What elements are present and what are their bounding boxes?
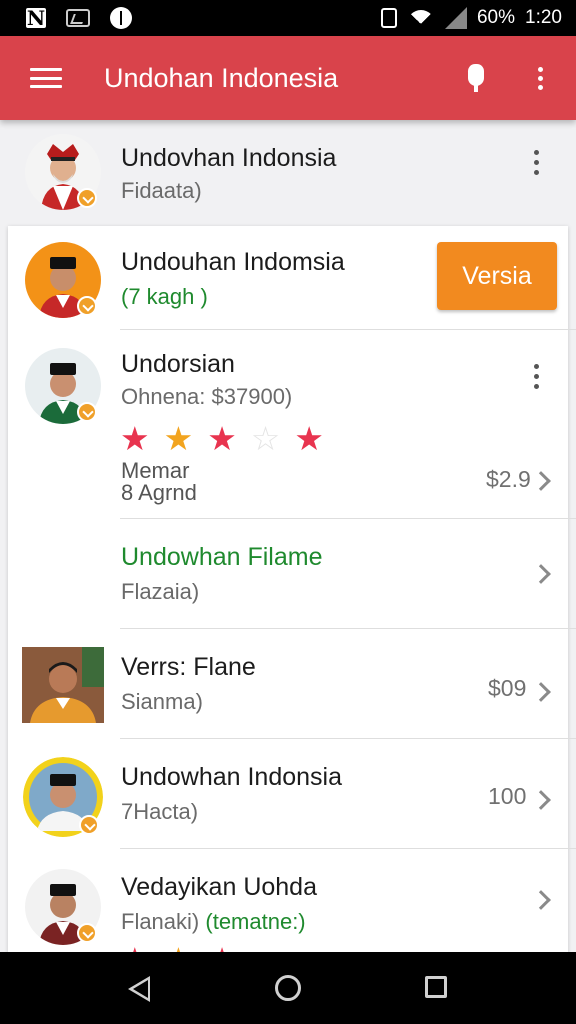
verified-badge-icon <box>77 402 97 422</box>
item-price: $2.9 <box>486 466 531 492</box>
hamburger-menu-icon[interactable] <box>30 68 62 88</box>
avatar <box>25 869 101 945</box>
wifi-icon <box>406 8 435 28</box>
item-subtitle: Ohnena: $37900) <box>121 384 293 409</box>
item-meta-line2: 8 Agrnd <box>121 480 197 505</box>
alert-notification-icon <box>110 7 132 29</box>
avatar <box>25 242 101 318</box>
star-filled-icon: ★ <box>120 420 150 457</box>
item-more-icon[interactable] <box>534 150 540 175</box>
battery-level: 60% <box>476 7 516 28</box>
item-title: Undovhan Indonsia <box>121 144 337 172</box>
item-subtitle: Fidaata) <box>121 178 202 203</box>
list-item[interactable]: Verrs: Flane Sianma) $09 <box>0 629 576 739</box>
star-filled-icon: ★ <box>294 420 324 457</box>
back-icon[interactable] <box>128 976 150 1002</box>
signal-icon <box>444 7 467 29</box>
star-empty-icon: ☆ <box>250 420 281 457</box>
star-filled-icon: ★ <box>164 943 194 952</box>
item-price: 100 <box>488 783 527 809</box>
overflow-menu-icon[interactable] <box>530 66 550 90</box>
rating-stars: ★ ★ ★ ☆ ★ <box>120 422 324 455</box>
verified-badge-icon <box>77 188 97 208</box>
app-title: Undohan Indonesia <box>104 62 339 93</box>
item-title: Undouhan Indomsia <box>121 248 345 276</box>
contact-list: Undovhan Indonsia Fidaata) Undouhan Indo… <box>0 120 576 952</box>
vibrate-icon <box>380 8 397 28</box>
item-title: Undowhan Filame <box>121 543 323 571</box>
list-item[interactable]: Vedayikan Uohda Flanaki) (tematne:) ★ ★ … <box>0 849 576 952</box>
chevron-right-icon[interactable] <box>531 790 551 810</box>
list-item[interactable]: Undovhan Indonsia Fidaata) <box>0 120 576 226</box>
notification-n-icon: N <box>26 6 46 30</box>
list-item[interactable]: Undowhan Indonsia 7Hacta) 100 <box>0 739 576 849</box>
item-subtitle: Sianma) <box>121 689 203 714</box>
star-filled-icon: ★ <box>163 420 194 457</box>
item-subtitle-tag: (tematne:) <box>205 909 306 934</box>
star-filled-icon: ★ <box>207 943 237 952</box>
clock: 1:20 <box>525 7 562 28</box>
status-bar: N 60% 1:20 <box>0 0 576 36</box>
chevron-right-icon[interactable] <box>531 564 551 584</box>
verified-badge-icon <box>77 296 97 316</box>
verified-badge-icon <box>79 815 99 835</box>
avatar <box>25 348 101 424</box>
item-meta-line1: Memar <box>121 458 190 483</box>
item-subtitle: 7Hacta) <box>121 799 199 824</box>
home-icon[interactable] <box>275 975 301 1001</box>
person-photo-image <box>22 647 104 723</box>
star-filled-icon: ★ <box>207 420 237 457</box>
versia-button[interactable]: Versia <box>437 242 557 310</box>
rating-stars-partial: ★ ★ ★ <box>120 943 237 952</box>
chevron-right-icon[interactable] <box>531 682 551 702</box>
list-item[interactable]: Undorsian Ohnena: $37900) ★ ★ ★ ☆ ★ Mema… <box>0 330 576 518</box>
item-subtitle: (7 kagh ) <box>121 284 208 309</box>
avatar <box>23 757 103 837</box>
chevron-right-icon[interactable] <box>531 890 551 910</box>
avatar <box>25 134 101 210</box>
item-more-icon[interactable] <box>534 364 540 389</box>
item-price: $09 <box>488 675 527 701</box>
list-item[interactable]: Undowhan Filame Flazaia) <box>0 519 576 629</box>
item-title: Verrs: Flane <box>121 653 256 681</box>
chevron-right-icon[interactable] <box>531 471 551 491</box>
item-subtitle-main: Flanaki) <box>121 909 200 934</box>
microphone-icon[interactable] <box>466 64 486 92</box>
item-subtitle: Flazaia) <box>121 579 200 604</box>
item-title: Undowhan Indonsia <box>121 763 342 791</box>
item-title: Vedayikan Uohda <box>121 873 317 901</box>
navigation-bar <box>0 952 576 1024</box>
verified-badge-icon <box>77 923 97 943</box>
image-notification-icon <box>66 9 90 27</box>
app-bar: Undohan Indonesia <box>0 36 576 120</box>
recent-apps-icon[interactable] <box>425 976 447 998</box>
item-subtitle: Flanaki) (tematne:) <box>121 909 306 935</box>
star-filled-icon: ★ <box>120 943 150 952</box>
item-title: Undorsian <box>121 350 235 378</box>
